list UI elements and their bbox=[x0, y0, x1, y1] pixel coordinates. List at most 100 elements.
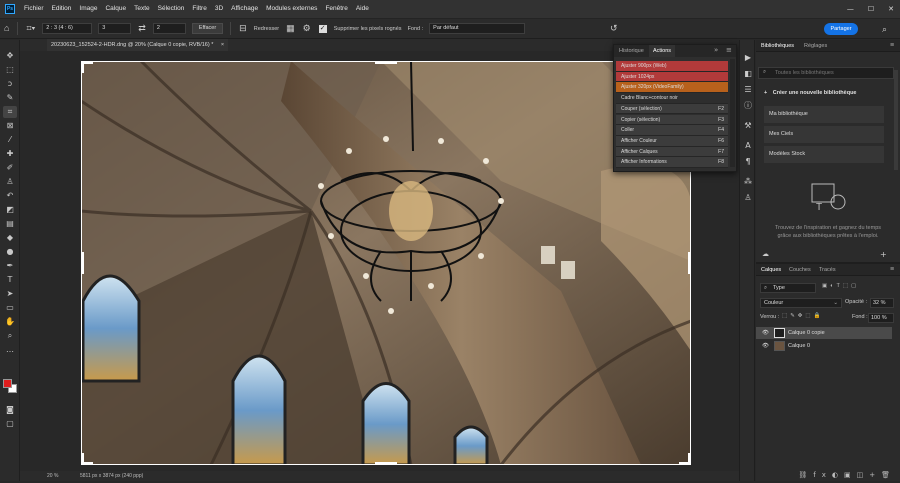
menu-texte[interactable]: Texte bbox=[130, 0, 154, 18]
layer-filter-icons[interactable]: ▣◐T⬚▢ bbox=[822, 283, 859, 289]
layers-comp-icon[interactable]: ◧ bbox=[742, 68, 754, 80]
foreground-color-swatch[interactable] bbox=[3, 379, 12, 388]
screen-mode-icon[interactable]: ▢ bbox=[3, 418, 17, 430]
tab-layers[interactable]: Calques bbox=[761, 264, 781, 276]
menu-affichage[interactable]: Affichage bbox=[227, 0, 262, 18]
menu-aide[interactable]: Aide bbox=[352, 0, 373, 18]
action-item[interactable]: Copier (sélection) F3 bbox=[616, 114, 728, 126]
type-tool-icon[interactable]: T bbox=[3, 274, 17, 286]
info-icon[interactable]: ⓘ bbox=[742, 100, 754, 112]
zoom-level[interactable]: 20 % bbox=[47, 473, 58, 479]
clone-source-icon[interactable]: ♙ bbox=[742, 192, 754, 204]
menu-fenetre[interactable]: Fenêtre bbox=[321, 0, 351, 18]
adjustments-icon[interactable]: ☰ bbox=[742, 84, 754, 96]
opacity-field[interactable]: 32 % bbox=[870, 298, 894, 308]
actions-scrollbar[interactable] bbox=[730, 59, 735, 167]
clear-button[interactable]: Effacer bbox=[191, 23, 224, 34]
crop-width-field[interactable]: 3 bbox=[98, 23, 132, 34]
document-tab[interactable]: 20230623_152524-2-HDR.dng @ 20% (Calque … bbox=[47, 39, 229, 51]
tab-channels[interactable]: Couches bbox=[789, 264, 811, 276]
layer-row[interactable]: 👁 Calque 0 bbox=[756, 340, 892, 352]
document-info[interactable]: 5811 px x 3874 px (240 ppp) bbox=[80, 473, 143, 479]
character-icon[interactable]: A bbox=[742, 140, 754, 152]
play-icon[interactable]: ▶ bbox=[742, 52, 754, 64]
layer-row[interactable]: 👁 Calque 0 copie bbox=[756, 327, 892, 339]
tab-history[interactable]: Historique bbox=[615, 45, 648, 57]
eyedropper-tool-icon[interactable]: ⁄ bbox=[3, 134, 17, 146]
layers-footer-icons[interactable]: ⛓fx◐▣◫+🗑 bbox=[756, 471, 900, 483]
gear-icon[interactable]: ⚙ bbox=[303, 18, 311, 39]
panel-menu-icon[interactable]: ≡ bbox=[890, 264, 894, 276]
more-tools-icon[interactable]: … bbox=[3, 344, 17, 356]
library-search[interactable]: ⌕ Toutes les bibliothèques bbox=[758, 67, 894, 79]
crop-handle[interactable] bbox=[375, 462, 397, 465]
menu-image[interactable]: Image bbox=[75, 0, 101, 18]
crop-height-field[interactable]: 2 bbox=[152, 23, 186, 34]
menu-3d[interactable]: 3D bbox=[211, 0, 227, 18]
quick-mask-icon[interactable]: ◙ bbox=[3, 404, 17, 416]
action-item[interactable]: Coller F4 bbox=[616, 125, 728, 136]
menu-calque[interactable]: Calque bbox=[101, 0, 130, 18]
action-item[interactable]: Ajuster 1024px bbox=[616, 71, 728, 83]
document-image[interactable] bbox=[81, 61, 691, 465]
history-brush-icon[interactable]: ↶ bbox=[3, 190, 17, 202]
library-scrollbar[interactable] bbox=[894, 70, 898, 170]
quick-select-tool-icon[interactable]: ✎ bbox=[3, 92, 17, 104]
collapse-icon[interactable]: » bbox=[714, 46, 718, 54]
menu-selection[interactable]: Sélection bbox=[154, 0, 189, 18]
brush-tool-icon[interactable]: ✐ bbox=[3, 162, 17, 174]
action-item[interactable]: Afficher Couleur F6 bbox=[616, 135, 728, 147]
maximize-button[interactable]: ☐ bbox=[868, 0, 874, 18]
frame-tool-icon[interactable]: ⊠ bbox=[3, 120, 17, 132]
cloud-icon[interactable]: ☁ bbox=[762, 250, 769, 258]
library-item[interactable]: Ma bibliothèque bbox=[764, 106, 884, 123]
delete-cropped-checkbox[interactable]: ✓ bbox=[318, 24, 327, 33]
eraser-tool-icon[interactable]: ◩ bbox=[3, 204, 17, 216]
fill-field[interactable]: 100 % bbox=[868, 313, 894, 323]
straighten-icon[interactable]: ⊟ bbox=[239, 18, 247, 39]
crop-frame[interactable] bbox=[81, 61, 691, 465]
clone-stamp-icon[interactable]: ♙ bbox=[3, 176, 17, 188]
share-button[interactable]: Partager bbox=[824, 23, 858, 35]
home-icon[interactable]: ⌂ bbox=[4, 18, 9, 39]
menu-fichier[interactable]: Fichier bbox=[20, 0, 48, 18]
panel-menu-icon[interactable]: ≡ bbox=[726, 46, 732, 54]
layer-name[interactable]: Calque 0 copie bbox=[788, 327, 825, 339]
blur-tool-icon[interactable]: ◆ bbox=[3, 232, 17, 244]
dodge-tool-icon[interactable]: ● bbox=[3, 246, 17, 258]
ratio-select[interactable]: 2 : 3 (4 : 6) bbox=[42, 23, 93, 34]
tab-close-icon[interactable]: × bbox=[221, 42, 224, 48]
healing-brush-icon[interactable]: ✚ bbox=[3, 148, 17, 160]
tab-adjustments[interactable]: Réglages bbox=[804, 40, 827, 52]
panel-menu-icon[interactable]: ≡ bbox=[890, 40, 894, 52]
action-item[interactable]: Ajuster 320px (VideoFamily) bbox=[616, 82, 728, 94]
lasso-tool-icon[interactable]: ↄ bbox=[3, 78, 17, 90]
menu-modules-externes[interactable]: Modules externes bbox=[262, 0, 321, 18]
action-item[interactable]: Cadre Blanc+contour noir bbox=[616, 93, 728, 104]
crop-handle[interactable] bbox=[81, 61, 84, 73]
swap-dimensions-icon[interactable]: ⇄ bbox=[138, 18, 146, 39]
eye-icon[interactable]: 👁 bbox=[762, 340, 769, 352]
reset-icon[interactable]: ↺ bbox=[610, 18, 618, 39]
eye-icon[interactable]: 👁 bbox=[762, 327, 769, 339]
tab-actions[interactable]: Actions bbox=[649, 45, 676, 57]
add-icon[interactable]: + bbox=[880, 250, 887, 259]
crop-handle[interactable] bbox=[81, 252, 84, 274]
crop-handle[interactable] bbox=[81, 453, 84, 465]
properties-icon[interactable]: ⚒ bbox=[742, 120, 754, 132]
path-selection-icon[interactable]: ➤ bbox=[3, 288, 17, 300]
crop-handle[interactable] bbox=[688, 252, 691, 274]
create-library-button[interactable]: + Créer une nouvelle bibliothèque bbox=[764, 90, 857, 96]
layer-name[interactable]: Calque 0 bbox=[788, 340, 810, 352]
layer-filter-select[interactable]: ⌕ Type bbox=[760, 283, 816, 293]
close-button[interactable]: ✕ bbox=[888, 0, 894, 18]
crop-tool-icon[interactable]: ⌗ bbox=[3, 106, 17, 118]
crop-tool-preset-icon[interactable]: ⌗▾ bbox=[26, 18, 35, 39]
marquee-tool-icon[interactable]: ⬚ bbox=[3, 64, 17, 76]
lock-icons[interactable]: ⬚✎✥⬚🔒 bbox=[782, 313, 823, 319]
brush-settings-icon[interactable]: ⁂ bbox=[742, 176, 754, 188]
pen-tool-icon[interactable]: ✒ bbox=[3, 260, 17, 272]
menu-filtre[interactable]: Filtre bbox=[188, 0, 210, 18]
action-item[interactable]: Afficher Calques F7 bbox=[616, 146, 728, 158]
action-item[interactable]: Couper (sélection) F2 bbox=[616, 103, 728, 115]
